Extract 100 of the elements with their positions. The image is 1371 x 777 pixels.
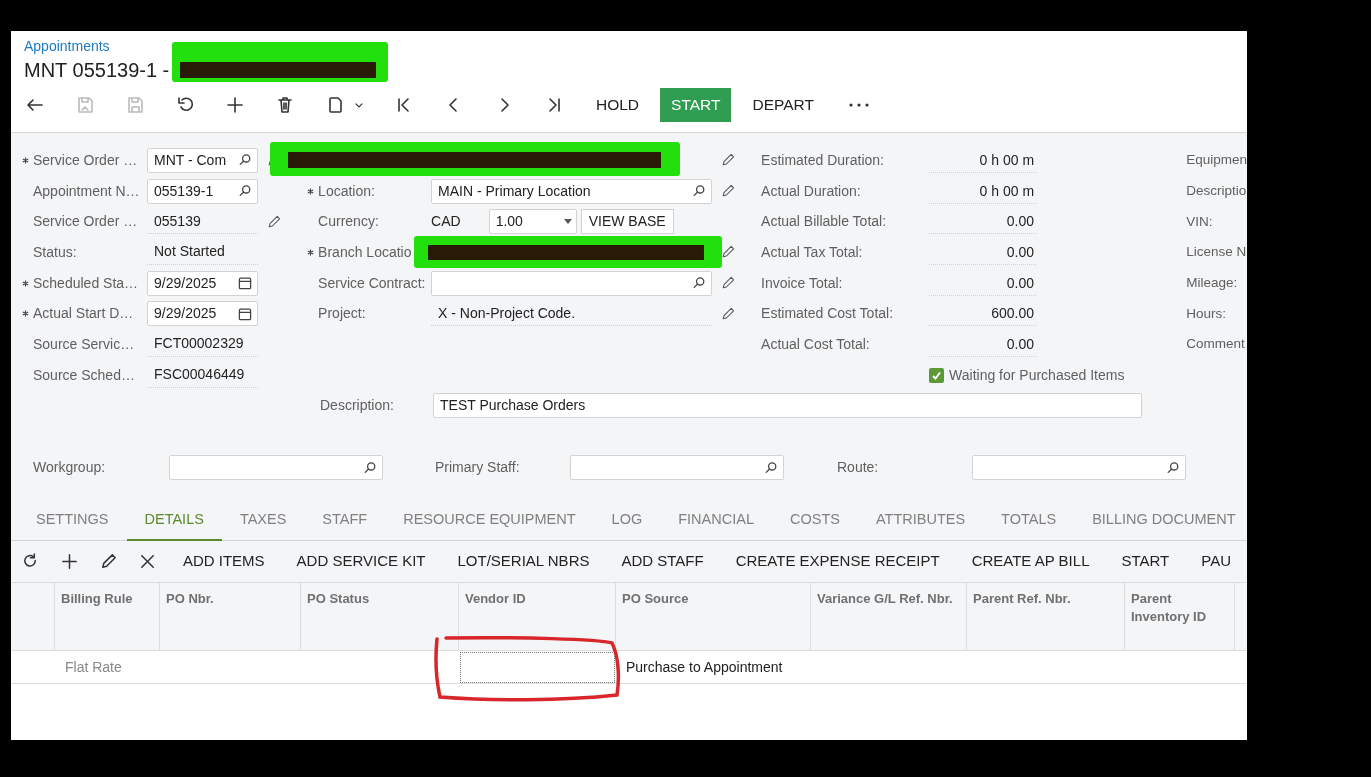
- tab[interactable]: TOTALS: [983, 500, 1075, 541]
- toolbar-button[interactable]: ADD STAFF: [605, 544, 720, 579]
- tab[interactable]: LOG: [593, 500, 661, 541]
- toolbar-button[interactable]: HOLD: [579, 88, 657, 122]
- field-label: Source Sched…: [33, 365, 135, 385]
- search-icon[interactable]: [1165, 459, 1181, 476]
- field-label: Invoice Total:: [761, 273, 843, 293]
- toolbar-button[interactable]: START: [1105, 544, 1186, 579]
- lookup-field[interactable]: [431, 270, 713, 296]
- toolbar-button[interactable]: ADD ITEMS: [166, 544, 281, 579]
- field-label: Location:: [318, 181, 375, 201]
- column-header: Billing Rule: [55, 583, 160, 651]
- field-label: Service Order …: [33, 212, 138, 232]
- field-label: Actual Start D…: [33, 304, 134, 324]
- field-label: Route:: [837, 458, 879, 477]
- lookup-field[interactable]: MAIN - Primary Location: [431, 178, 713, 204]
- column-header: Vendor ID: [459, 583, 616, 651]
- toolbar-button[interactable]: CREATE AP BILL: [955, 544, 1106, 579]
- tab[interactable]: COSTS: [772, 500, 858, 541]
- column-header: PO Source: [616, 583, 811, 651]
- tab[interactable]: FINANCIAL: [660, 500, 772, 541]
- more-icon: [847, 102, 870, 108]
- lookup-field[interactable]: [972, 455, 1186, 480]
- field-value: 0.00: [1006, 213, 1035, 230]
- column-header: PO Status: [301, 583, 459, 651]
- field-label: Scheduled Sta…: [33, 273, 139, 293]
- toolbar-button[interactable]: ADD SERVICE KIT: [280, 544, 442, 579]
- field-label: Service Contract:: [318, 273, 426, 293]
- field-label: Equipmen: [1186, 151, 1247, 170]
- add-icon: [59, 552, 79, 571]
- field-value: 600.00: [991, 305, 1035, 322]
- search-icon[interactable]: [763, 459, 779, 476]
- field-label: VIN:: [1186, 212, 1213, 231]
- checkbox[interactable]: [929, 367, 945, 383]
- toolbar-button[interactable]: PAU: [1185, 544, 1247, 579]
- date-field[interactable]: 9/29/2025: [147, 301, 258, 327]
- column-header: PO Nbr.: [160, 583, 301, 651]
- field-value: 0 h 00 m: [979, 182, 1035, 199]
- toolbar-button[interactable]: LOT/SERIAL NBRS: [441, 544, 606, 579]
- field-label: Service Order …: [33, 150, 138, 170]
- field-label: Workgroup:: [33, 458, 106, 477]
- field-value: 055139: [154, 211, 201, 231]
- field-value: Not Started: [154, 242, 225, 262]
- checkbox-label: Waiting for Purchased Items: [949, 365, 1125, 385]
- lookup-field[interactable]: 055139-1: [147, 178, 258, 204]
- field-label: Estimated Duration:: [761, 150, 884, 170]
- lookup-field[interactable]: MNT - Com: [147, 147, 258, 173]
- field-value: FCT00002329: [154, 334, 244, 354]
- tab[interactable]: SETTINGS: [18, 500, 127, 541]
- breadcrumb-link[interactable]: Appointments: [24, 37, 110, 55]
- edit-icon[interactable]: [720, 305, 737, 322]
- field-value: X - Non-Project Code.: [438, 303, 576, 323]
- field-value: FSC00046449: [154, 365, 245, 385]
- field-value: 0.00: [1006, 243, 1035, 260]
- save-close-icon: [75, 95, 95, 115]
- field-label: Branch Locatio: [318, 242, 412, 262]
- column-header: Parent Inventory ID: [1125, 583, 1235, 651]
- field-label: Primary Staff:: [435, 458, 520, 477]
- field-value: CAD: [431, 212, 461, 232]
- tab[interactable]: STAFF: [304, 500, 386, 541]
- field-label: Actual Duration:: [761, 181, 861, 201]
- lookup-field[interactable]: [169, 455, 383, 480]
- tab[interactable]: TAXES: [221, 500, 305, 541]
- field-label: Actual Cost Total:: [761, 334, 870, 354]
- description-field[interactable]: TEST Purchase Orders: [433, 393, 1142, 418]
- field-value: 0.00: [1006, 335, 1035, 352]
- lookup-field[interactable]: [570, 455, 784, 480]
- column-header: Variance G/L Ref. Nbr.: [811, 583, 967, 651]
- rate-dropdown[interactable]: 1.00: [488, 209, 577, 235]
- add-icon: [225, 95, 245, 115]
- field-label: Estimated Cost Total:: [761, 304, 894, 324]
- field-label: Actual Billable Total:: [761, 212, 887, 232]
- field-label: Mileage:: [1186, 273, 1238, 292]
- field-label: License N: [1186, 243, 1247, 262]
- search-icon[interactable]: [362, 459, 378, 476]
- field-value: 0 h 00 m: [979, 151, 1035, 168]
- table-cell: Flat Rate: [55, 651, 160, 684]
- toolbar-button[interactable]: CREATE EXPENSE RECEIPT: [719, 544, 956, 579]
- field-label: Hours:: [1186, 304, 1226, 323]
- tab[interactable]: ATTRIBUTES: [857, 500, 984, 541]
- edit-icon[interactable]: [266, 213, 282, 230]
- field-label: Actual Tax Total:: [761, 242, 863, 262]
- date-field[interactable]: 9/29/2025: [147, 270, 258, 296]
- field-label: Status:: [33, 242, 77, 262]
- table-cell: Purchase to Appointment: [616, 651, 811, 684]
- tab[interactable]: RESOURCE EQUIPMENT: [385, 500, 594, 541]
- field-label: Project:: [318, 304, 366, 324]
- table-cell[interactable]: [459, 651, 616, 684]
- field-label: Currency:: [318, 212, 379, 232]
- toolbar-button[interactable]: DEPART: [735, 88, 831, 122]
- view-base-button[interactable]: VIEW BASE: [580, 209, 674, 235]
- field-value: 0.00: [1006, 274, 1035, 291]
- tab[interactable]: BILLING DOCUMENT: [1074, 500, 1247, 541]
- delete-icon: [275, 95, 295, 115]
- calendar-icon[interactable]: [237, 275, 253, 292]
- field-label: Description:: [320, 396, 394, 415]
- field-label: Comment: [1186, 335, 1245, 354]
- save-icon: [125, 95, 145, 115]
- field-label: Descriptio: [1186, 181, 1247, 200]
- column-header: Parent Ref. Nbr.: [967, 583, 1125, 651]
